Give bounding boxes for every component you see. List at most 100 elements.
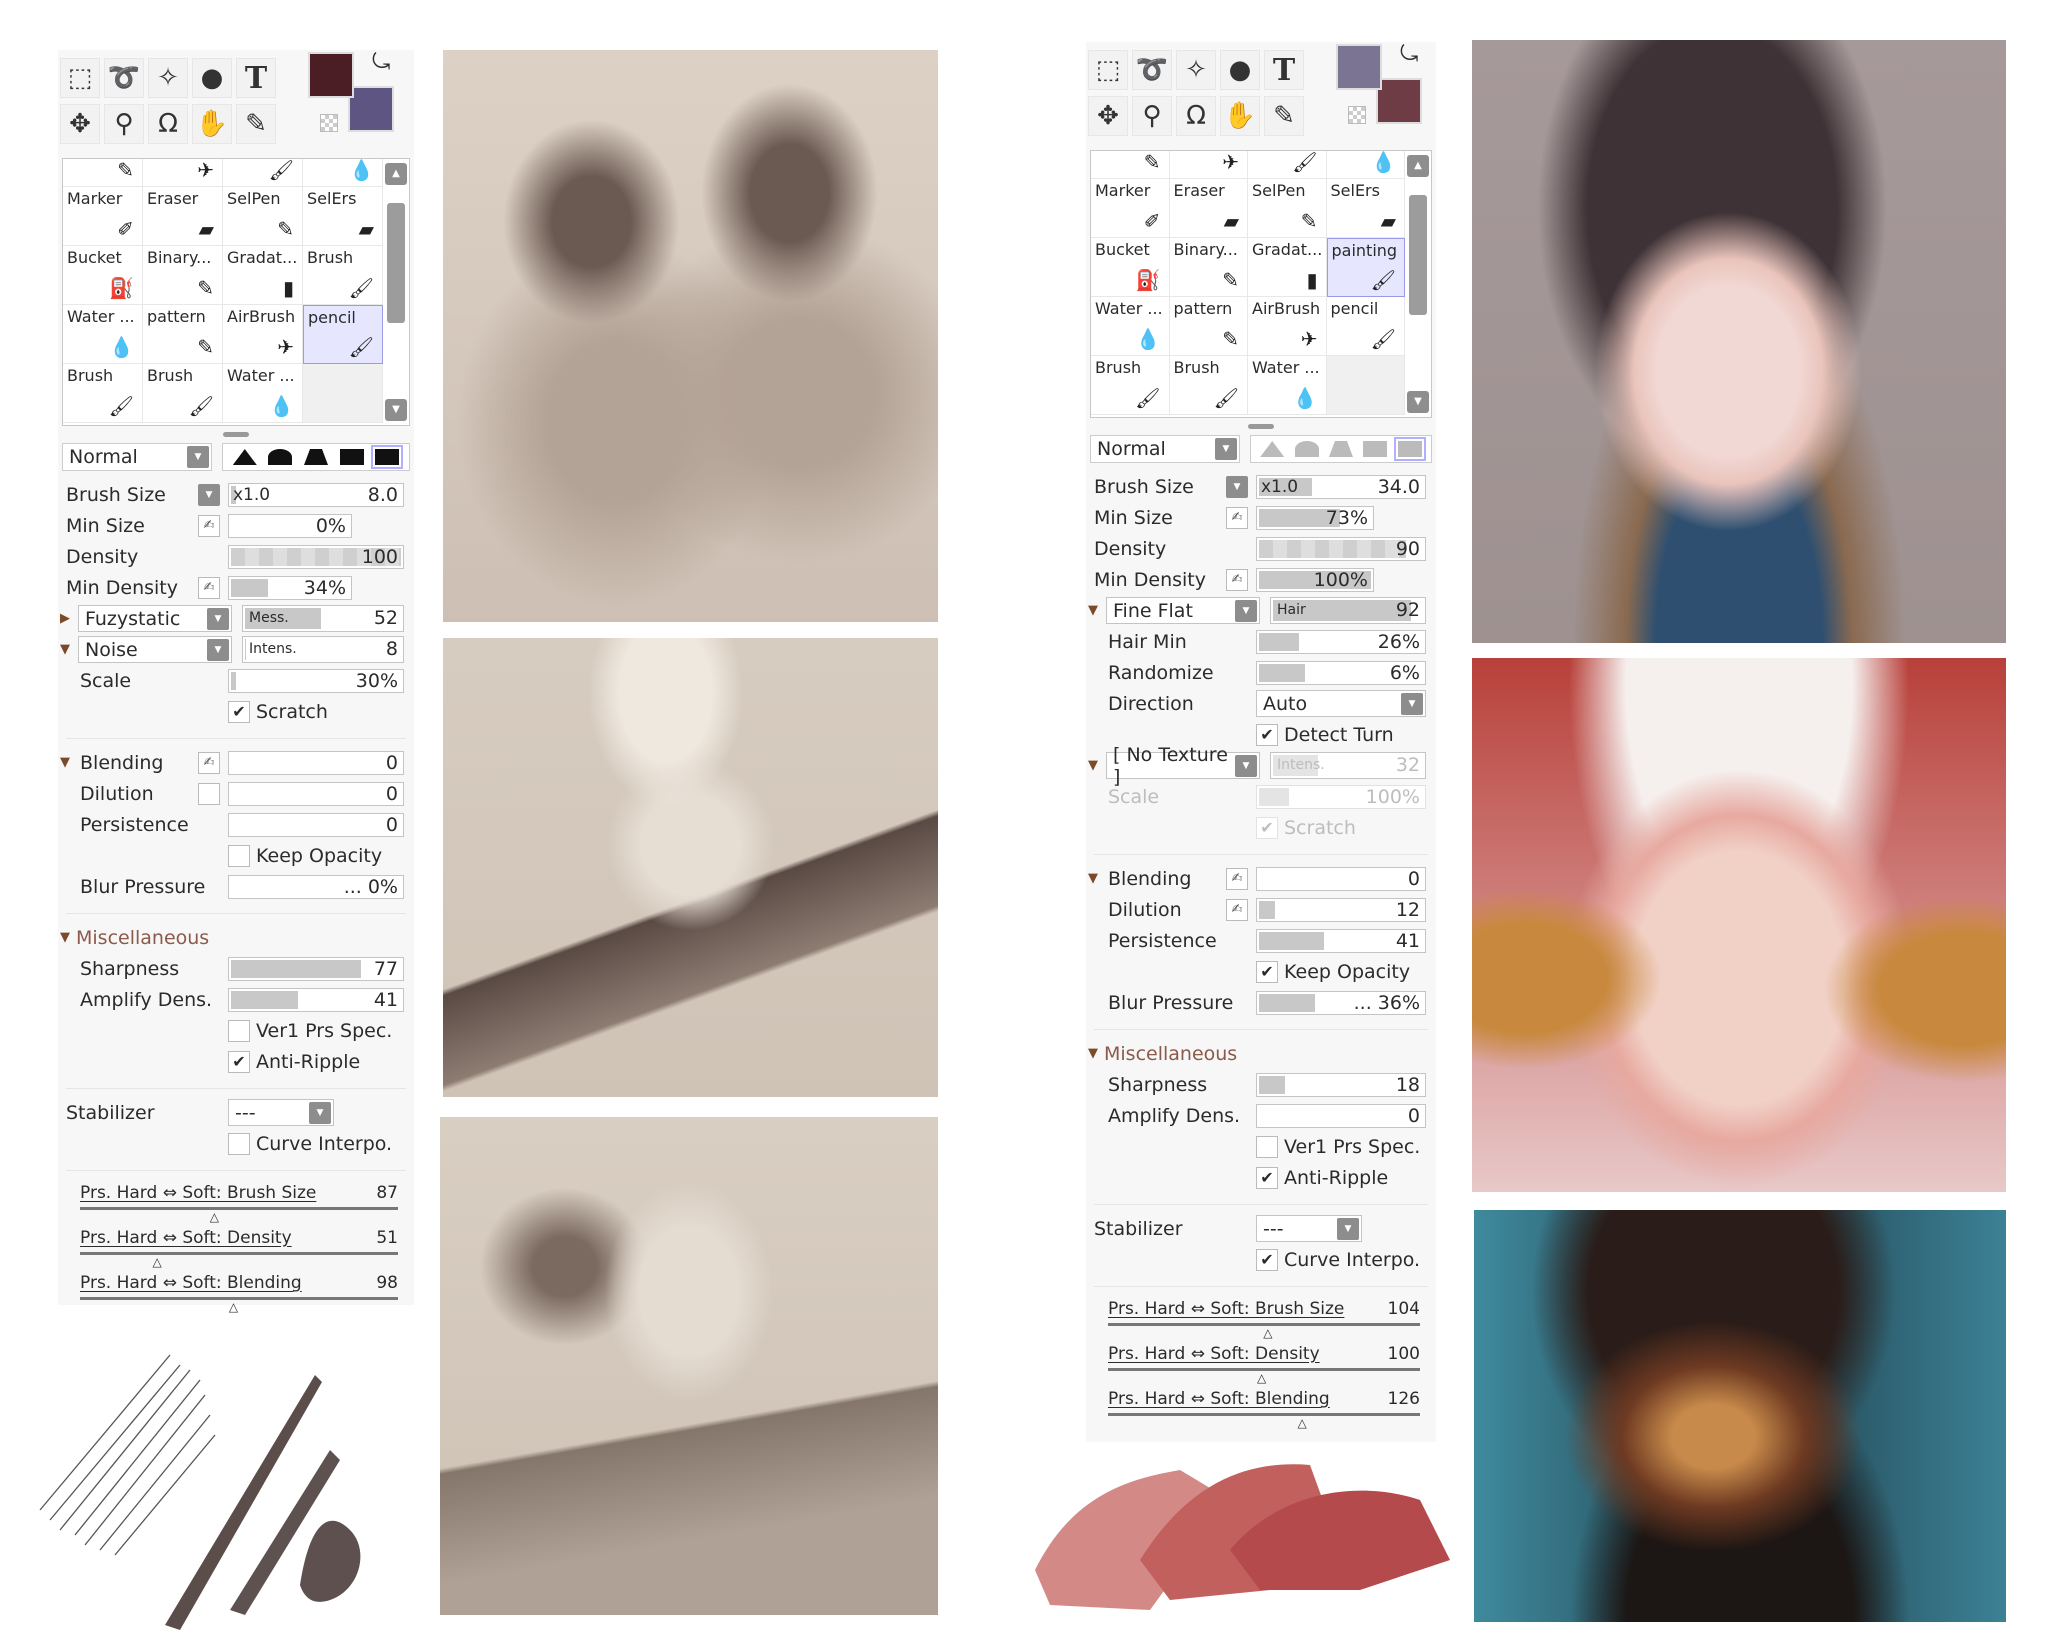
scroll-up-button[interactable]: ▲ bbox=[1407, 155, 1429, 177]
slider-track[interactable] bbox=[80, 1252, 398, 1255]
brush-shape-option[interactable] bbox=[1328, 441, 1353, 457]
value-slider[interactable]: 100 bbox=[228, 544, 404, 569]
primary-color-swatch[interactable] bbox=[308, 52, 354, 98]
value-slider[interactable]: 41 bbox=[228, 987, 404, 1012]
checkbox[interactable]: ✔ Scratch bbox=[1256, 816, 1356, 839]
brush-shape-option[interactable] bbox=[268, 449, 293, 465]
checkbox[interactable]: ✔ Keep Opacity bbox=[1256, 960, 1410, 983]
brush-slot[interactable] bbox=[1326, 356, 1405, 415]
brush-shape-option[interactable] bbox=[1363, 441, 1388, 457]
slider-handle-triangle[interactable]: △ bbox=[210, 1210, 219, 1224]
tool-move[interactable]: ✥ bbox=[1088, 96, 1128, 136]
checkmark-icon[interactable]: ✔ bbox=[1256, 1248, 1278, 1271]
tool-hand[interactable]: ✋ bbox=[1220, 96, 1260, 136]
collapse-arrow-icon[interactable]: ▼ bbox=[60, 642, 70, 657]
shape-select[interactable]: Fuzystatic ▼ bbox=[78, 605, 232, 632]
checkbox[interactable]: ✔ Curve Interpo. bbox=[1256, 1248, 1420, 1271]
primary-color-swatch[interactable] bbox=[1336, 44, 1382, 90]
value-slider[interactable]: Hair 92 bbox=[1270, 597, 1426, 624]
collapse-arrow-icon[interactable]: ▼ bbox=[60, 930, 70, 945]
section-header-miscellaneous[interactable]: ▼ Miscellaneous bbox=[1088, 1038, 1432, 1069]
value-slider[interactable]: 41 bbox=[1256, 928, 1426, 953]
checkmark-icon[interactable]: ✔ bbox=[1256, 960, 1278, 983]
brush-slot[interactable]: Binary... ✎ bbox=[143, 246, 223, 305]
value-slider[interactable]: 90 bbox=[1256, 536, 1426, 561]
brush-slot[interactable]: Water ... 💧 bbox=[1091, 297, 1170, 356]
slider-track[interactable] bbox=[1108, 1413, 1420, 1416]
secondary-color-swatch[interactable] bbox=[348, 86, 394, 132]
brush-slot[interactable]: Brush 🖌 bbox=[1091, 356, 1170, 415]
slider-handle-triangle[interactable]: △ bbox=[1263, 1326, 1272, 1340]
brush-slot[interactable]: pattern ✎ bbox=[143, 305, 223, 364]
tool-text[interactable]: T bbox=[1264, 50, 1304, 90]
brush-slot[interactable]: ✎ bbox=[1091, 151, 1170, 179]
tool-shapes[interactable]: ● bbox=[1220, 50, 1260, 90]
value-slider[interactable]: x1.0 8.0 bbox=[228, 482, 404, 507]
brush-slot[interactable]: SelErs ▰ bbox=[1326, 179, 1405, 238]
brush-shape-option[interactable] bbox=[1260, 441, 1285, 457]
brush-slot[interactable]: 🖌 bbox=[1248, 151, 1327, 179]
shape-select[interactable]: Fine Flat ▼ bbox=[1106, 597, 1260, 624]
pressure-curve-slider[interactable]: Prs. Hard ⇔ Soft: Brush Size 104 △ bbox=[1090, 1295, 1432, 1340]
blend-mode-select[interactable]: Normal ▼ bbox=[1090, 435, 1240, 463]
brush-shape-option[interactable] bbox=[232, 449, 257, 465]
brush-slot[interactable]: Gradat... ▮ bbox=[223, 246, 303, 305]
pressure-curve-slider[interactable]: Prs. Hard ⇔ Soft: Density 100 △ bbox=[1090, 1340, 1432, 1385]
slider-handle-triangle[interactable]: △ bbox=[1298, 1416, 1307, 1430]
value-slider[interactable]: 26% bbox=[1256, 629, 1426, 654]
checkbox[interactable]: Curve Interpo. bbox=[228, 1132, 392, 1155]
brush-slot[interactable]: ✈ bbox=[1169, 151, 1248, 179]
collapse-arrow-icon[interactable]: ▼ bbox=[1088, 758, 1098, 773]
pressure-toggle-icon[interactable]: ✍ bbox=[198, 751, 220, 774]
checkbox[interactable]: ✔ Anti-Ripple bbox=[228, 1050, 360, 1073]
brush-slot[interactable]: Eraser ▰ bbox=[1169, 179, 1248, 238]
section-header-miscellaneous[interactable]: ▼ Miscellaneous bbox=[60, 922, 410, 953]
value-slider[interactable]: 6% bbox=[1256, 660, 1426, 685]
pressure-checkbox[interactable] bbox=[198, 782, 220, 805]
value-slider[interactable]: 0% bbox=[228, 513, 352, 538]
value-slider[interactable]: 100% bbox=[1256, 784, 1426, 809]
value-slider[interactable]: 100% bbox=[1256, 567, 1374, 592]
reset-colors-icon[interactable] bbox=[320, 114, 338, 132]
pressure-toggle-icon[interactable]: ✍ bbox=[1226, 568, 1248, 591]
reset-colors-icon[interactable] bbox=[1348, 106, 1366, 124]
value-slider[interactable]: ... 0% bbox=[228, 874, 404, 899]
checkbox[interactable]: ✔ Scratch bbox=[228, 700, 328, 723]
blend-mode-select[interactable]: Normal ▼ bbox=[62, 443, 212, 471]
tool-lasso[interactable]: ➰ bbox=[104, 58, 144, 98]
brush-slot[interactable]: ✎ bbox=[63, 159, 143, 187]
pressure-curve-slider[interactable]: Prs. Hard ⇔ Soft: Blending 98 △ bbox=[62, 1269, 410, 1314]
setting-select[interactable]: --- ▼ bbox=[228, 1099, 334, 1126]
scroll-down-button[interactable]: ▼ bbox=[385, 399, 407, 421]
expand-arrow-icon[interactable]: ▶ bbox=[60, 611, 70, 626]
checkbox[interactable]: Keep Opacity bbox=[228, 844, 382, 867]
brush-slot[interactable]: Bucket ⛽ bbox=[63, 246, 143, 305]
pressure-toggle-icon[interactable]: ✍ bbox=[1226, 506, 1248, 529]
brush-slot[interactable]: AirBrush ✈ bbox=[223, 305, 303, 364]
shape-select[interactable]: [ No Texture ] ▼ bbox=[1106, 744, 1260, 788]
brush-shape-option[interactable] bbox=[1294, 441, 1319, 457]
value-slider[interactable]: 0 bbox=[228, 750, 404, 775]
checkbox[interactable]: Ver1 Prs Spec. bbox=[228, 1019, 392, 1042]
checkmark-icon[interactable]: ✔ bbox=[228, 700, 250, 723]
brush-slot[interactable]: Bucket ⛽ bbox=[1091, 238, 1170, 297]
collapse-arrow-icon[interactable]: ▼ bbox=[1088, 603, 1098, 618]
value-slider[interactable]: 0 bbox=[228, 812, 404, 837]
value-slider[interactable]: x1.0 34.0 bbox=[1256, 474, 1426, 499]
brush-slot[interactable]: Water ... 💧 bbox=[1248, 356, 1327, 415]
brush-slot[interactable] bbox=[303, 364, 383, 423]
brush-slot[interactable]: Water ... 💧 bbox=[63, 305, 143, 364]
panel-resize-grip[interactable] bbox=[1248, 424, 1274, 429]
brush-slot[interactable]: Brush 🖌 bbox=[63, 364, 143, 423]
scroll-thumb[interactable] bbox=[387, 203, 405, 323]
scroll-down-button[interactable]: ▼ bbox=[1407, 391, 1429, 413]
brush-slot[interactable]: Brush 🖌 bbox=[1169, 356, 1248, 415]
pressure-curve-slider[interactable]: Prs. Hard ⇔ Soft: Density 51 △ bbox=[62, 1224, 410, 1269]
tool-magic-wand[interactable]: ✧ bbox=[1176, 50, 1216, 90]
brush-slot[interactable]: pencil 🖌 bbox=[1326, 297, 1405, 356]
brush-slot[interactable]: AirBrush ✈ bbox=[1248, 297, 1327, 356]
tool-move[interactable]: ✥ bbox=[60, 104, 100, 144]
checkbox[interactable]: Ver1 Prs Spec. bbox=[1256, 1135, 1420, 1158]
slider-handle-triangle[interactable]: △ bbox=[1257, 1371, 1266, 1385]
slider-handle-triangle[interactable]: △ bbox=[229, 1300, 238, 1314]
